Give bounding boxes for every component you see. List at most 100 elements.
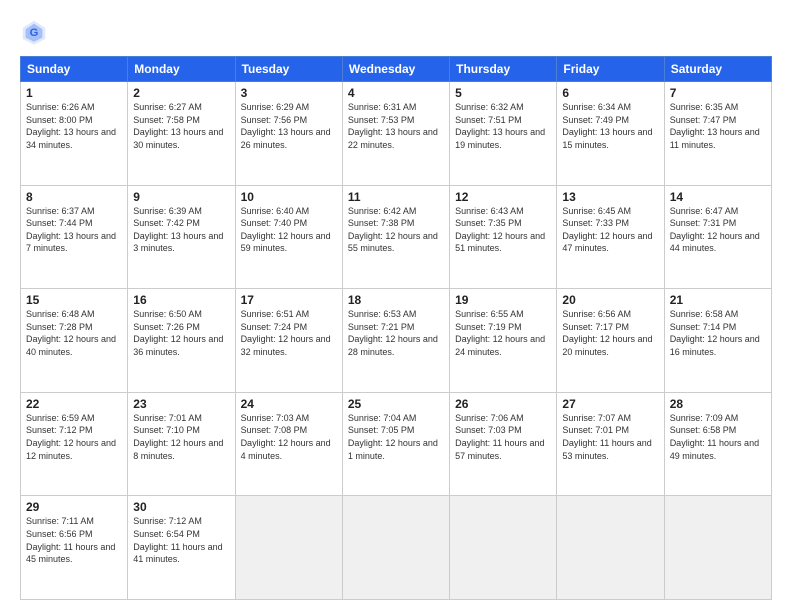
day-info: Sunrise: 6:29 AMSunset: 7:56 PMDaylight:… [241, 102, 331, 150]
day-cell: 9 Sunrise: 6:39 AMSunset: 7:42 PMDayligh… [128, 185, 235, 289]
day-number: 5 [455, 86, 551, 100]
day-cell: 19 Sunrise: 6:55 AMSunset: 7:19 PMDaylig… [450, 289, 557, 393]
col-header-thursday: Thursday [450, 57, 557, 82]
day-info: Sunrise: 7:03 AMSunset: 7:08 PMDaylight:… [241, 413, 331, 461]
header-row: SundayMondayTuesdayWednesdayThursdayFrid… [21, 57, 772, 82]
day-number: 11 [348, 190, 444, 204]
day-cell: 20 Sunrise: 6:56 AMSunset: 7:17 PMDaylig… [557, 289, 664, 393]
week-row: 29 Sunrise: 7:11 AMSunset: 6:56 PMDaylig… [21, 496, 772, 600]
day-cell: 24 Sunrise: 7:03 AMSunset: 7:08 PMDaylig… [235, 392, 342, 496]
day-info: Sunrise: 6:45 AMSunset: 7:33 PMDaylight:… [562, 206, 652, 254]
day-info: Sunrise: 7:04 AMSunset: 7:05 PMDaylight:… [348, 413, 438, 461]
day-cell: 13 Sunrise: 6:45 AMSunset: 7:33 PMDaylig… [557, 185, 664, 289]
day-info: Sunrise: 6:35 AMSunset: 7:47 PMDaylight:… [670, 102, 760, 150]
col-header-saturday: Saturday [664, 57, 771, 82]
day-info: Sunrise: 7:01 AMSunset: 7:10 PMDaylight:… [133, 413, 223, 461]
day-number: 15 [26, 293, 122, 307]
calendar-table: SundayMondayTuesdayWednesdayThursdayFrid… [20, 56, 772, 600]
day-cell [557, 496, 664, 600]
col-header-sunday: Sunday [21, 57, 128, 82]
day-number: 10 [241, 190, 337, 204]
day-cell: 25 Sunrise: 7:04 AMSunset: 7:05 PMDaylig… [342, 392, 449, 496]
day-cell: 23 Sunrise: 7:01 AMSunset: 7:10 PMDaylig… [128, 392, 235, 496]
day-number: 17 [241, 293, 337, 307]
day-info: Sunrise: 6:51 AMSunset: 7:24 PMDaylight:… [241, 309, 331, 357]
calendar: SundayMondayTuesdayWednesdayThursdayFrid… [20, 56, 772, 600]
day-info: Sunrise: 6:58 AMSunset: 7:14 PMDaylight:… [670, 309, 760, 357]
day-number: 14 [670, 190, 766, 204]
col-header-friday: Friday [557, 57, 664, 82]
day-cell [450, 496, 557, 600]
day-info: Sunrise: 7:06 AMSunset: 7:03 PMDaylight:… [455, 413, 544, 461]
day-cell: 4 Sunrise: 6:31 AMSunset: 7:53 PMDayligh… [342, 82, 449, 186]
day-number: 1 [26, 86, 122, 100]
day-cell: 29 Sunrise: 7:11 AMSunset: 6:56 PMDaylig… [21, 496, 128, 600]
day-cell [235, 496, 342, 600]
day-cell: 5 Sunrise: 6:32 AMSunset: 7:51 PMDayligh… [450, 82, 557, 186]
week-row: 1 Sunrise: 6:26 AMSunset: 8:00 PMDayligh… [21, 82, 772, 186]
day-number: 21 [670, 293, 766, 307]
day-number: 7 [670, 86, 766, 100]
day-cell: 26 Sunrise: 7:06 AMSunset: 7:03 PMDaylig… [450, 392, 557, 496]
day-number: 19 [455, 293, 551, 307]
day-number: 23 [133, 397, 229, 411]
day-info: Sunrise: 6:27 AMSunset: 7:58 PMDaylight:… [133, 102, 223, 150]
day-cell: 18 Sunrise: 6:53 AMSunset: 7:21 PMDaylig… [342, 289, 449, 393]
day-cell: 17 Sunrise: 6:51 AMSunset: 7:24 PMDaylig… [235, 289, 342, 393]
day-info: Sunrise: 6:31 AMSunset: 7:53 PMDaylight:… [348, 102, 438, 150]
week-row: 15 Sunrise: 6:48 AMSunset: 7:28 PMDaylig… [21, 289, 772, 393]
day-number: 6 [562, 86, 658, 100]
day-number: 16 [133, 293, 229, 307]
week-row: 8 Sunrise: 6:37 AMSunset: 7:44 PMDayligh… [21, 185, 772, 289]
day-cell: 11 Sunrise: 6:42 AMSunset: 7:38 PMDaylig… [342, 185, 449, 289]
day-info: Sunrise: 6:43 AMSunset: 7:35 PMDaylight:… [455, 206, 545, 254]
day-info: Sunrise: 6:50 AMSunset: 7:26 PMDaylight:… [133, 309, 223, 357]
day-number: 25 [348, 397, 444, 411]
day-number: 8 [26, 190, 122, 204]
day-info: Sunrise: 7:09 AMSunset: 6:58 PMDaylight:… [670, 413, 759, 461]
week-row: 22 Sunrise: 6:59 AMSunset: 7:12 PMDaylig… [21, 392, 772, 496]
day-info: Sunrise: 6:34 AMSunset: 7:49 PMDaylight:… [562, 102, 652, 150]
day-info: Sunrise: 6:39 AMSunset: 7:42 PMDaylight:… [133, 206, 223, 254]
col-header-tuesday: Tuesday [235, 57, 342, 82]
day-number: 30 [133, 500, 229, 514]
day-info: Sunrise: 6:42 AMSunset: 7:38 PMDaylight:… [348, 206, 438, 254]
day-cell: 12 Sunrise: 6:43 AMSunset: 7:35 PMDaylig… [450, 185, 557, 289]
day-cell: 10 Sunrise: 6:40 AMSunset: 7:40 PMDaylig… [235, 185, 342, 289]
day-cell: 16 Sunrise: 6:50 AMSunset: 7:26 PMDaylig… [128, 289, 235, 393]
day-cell: 22 Sunrise: 6:59 AMSunset: 7:12 PMDaylig… [21, 392, 128, 496]
day-number: 12 [455, 190, 551, 204]
day-info: Sunrise: 6:47 AMSunset: 7:31 PMDaylight:… [670, 206, 760, 254]
page: G SundayMondayTuesdayWednesdayThursdayFr… [0, 0, 792, 612]
day-cell: 30 Sunrise: 7:12 AMSunset: 6:54 PMDaylig… [128, 496, 235, 600]
logo-icon: G [20, 18, 48, 46]
day-cell [342, 496, 449, 600]
day-info: Sunrise: 6:59 AMSunset: 7:12 PMDaylight:… [26, 413, 116, 461]
day-info: Sunrise: 6:55 AMSunset: 7:19 PMDaylight:… [455, 309, 545, 357]
day-number: 3 [241, 86, 337, 100]
day-number: 22 [26, 397, 122, 411]
day-cell: 28 Sunrise: 7:09 AMSunset: 6:58 PMDaylig… [664, 392, 771, 496]
day-number: 9 [133, 190, 229, 204]
day-info: Sunrise: 7:07 AMSunset: 7:01 PMDaylight:… [562, 413, 651, 461]
day-cell: 8 Sunrise: 6:37 AMSunset: 7:44 PMDayligh… [21, 185, 128, 289]
day-cell: 7 Sunrise: 6:35 AMSunset: 7:47 PMDayligh… [664, 82, 771, 186]
col-header-wednesday: Wednesday [342, 57, 449, 82]
day-number: 27 [562, 397, 658, 411]
day-info: Sunrise: 6:48 AMSunset: 7:28 PMDaylight:… [26, 309, 116, 357]
day-number: 24 [241, 397, 337, 411]
day-cell: 1 Sunrise: 6:26 AMSunset: 8:00 PMDayligh… [21, 82, 128, 186]
day-info: Sunrise: 6:26 AMSunset: 8:00 PMDaylight:… [26, 102, 116, 150]
day-cell [664, 496, 771, 600]
header: G [20, 18, 772, 46]
day-number: 4 [348, 86, 444, 100]
svg-text:G: G [30, 27, 39, 39]
day-info: Sunrise: 7:11 AMSunset: 6:56 PMDaylight:… [26, 516, 115, 564]
logo: G [20, 18, 52, 46]
col-header-monday: Monday [128, 57, 235, 82]
day-cell: 14 Sunrise: 6:47 AMSunset: 7:31 PMDaylig… [664, 185, 771, 289]
day-info: Sunrise: 7:12 AMSunset: 6:54 PMDaylight:… [133, 516, 222, 564]
day-cell: 27 Sunrise: 7:07 AMSunset: 7:01 PMDaylig… [557, 392, 664, 496]
day-info: Sunrise: 6:40 AMSunset: 7:40 PMDaylight:… [241, 206, 331, 254]
day-number: 28 [670, 397, 766, 411]
